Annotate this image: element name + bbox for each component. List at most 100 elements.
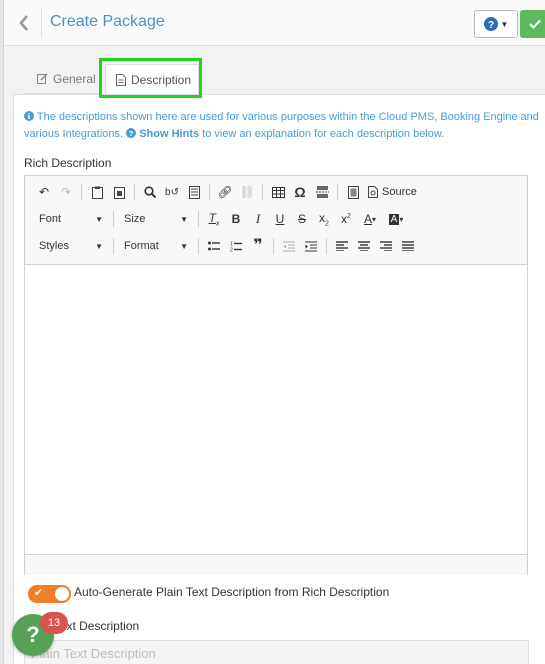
font-combo[interactable]: Font ▼ xyxy=(33,208,109,230)
undo-button[interactable]: ↶ xyxy=(33,181,55,203)
undo-icon: ↶ xyxy=(38,185,50,199)
tab-description-label: Description xyxy=(131,72,192,87)
remove-format-button[interactable]: Tx xyxy=(203,208,225,230)
toolbar-separator xyxy=(198,211,199,227)
bg-color-button[interactable]: A ▾ xyxy=(383,208,409,230)
align-right-button[interactable] xyxy=(375,235,397,257)
select-all-button[interactable] xyxy=(183,181,205,203)
link-icon: 🔗︎ xyxy=(217,185,233,199)
tab-general-label: General xyxy=(53,71,96,86)
align-left-icon xyxy=(336,241,348,251)
justify-icon xyxy=(402,241,414,251)
tab-description[interactable]: Description xyxy=(105,64,199,94)
source-button[interactable]: Source xyxy=(364,181,421,203)
font-combo-label: Font xyxy=(39,213,62,225)
replace-button[interactable]: b↺ xyxy=(161,181,183,203)
omega-icon: Ω xyxy=(294,184,306,200)
show-hints-label: Show Hints xyxy=(139,128,200,140)
caret-down-icon: ▼ xyxy=(95,214,103,224)
help-dropdown-button[interactable]: ? ▼ xyxy=(474,10,518,38)
info-text-after: to view an explanation for each descript… xyxy=(202,128,445,140)
caret-down-icon: ▾ xyxy=(399,214,404,224)
align-right-icon xyxy=(380,241,392,251)
styles-combo[interactable]: Styles ▼ xyxy=(33,235,109,257)
save-button[interactable] xyxy=(520,10,545,38)
italic-icon: I xyxy=(255,211,261,226)
paste-icon xyxy=(91,186,103,199)
header-divider xyxy=(41,8,42,38)
redo-button[interactable]: ↷ xyxy=(55,181,77,203)
editor-content-area[interactable] xyxy=(25,265,527,555)
editor-status-bar xyxy=(25,556,527,575)
svg-text:2: 2 xyxy=(230,247,233,252)
description-panel: The descriptions shown here are used for… xyxy=(13,94,545,664)
indent-icon xyxy=(305,241,317,251)
question-circle-icon: ? xyxy=(126,128,137,138)
styles-combo-label: Styles xyxy=(39,240,69,252)
superscript-button[interactable]: x2 xyxy=(335,208,357,230)
italic-button[interactable]: I xyxy=(247,208,269,230)
check-icon: ✔ xyxy=(34,587,44,599)
edit-icon xyxy=(37,73,48,84)
align-center-button[interactable] xyxy=(353,235,375,257)
bulleted-list-button[interactable] xyxy=(203,235,225,257)
check-icon xyxy=(529,19,541,29)
toolbar-separator xyxy=(198,238,199,254)
text-color-button[interactable]: A ▾ xyxy=(357,208,383,230)
outdent-button[interactable] xyxy=(278,235,300,257)
auto-generate-toggle[interactable]: ✔ xyxy=(28,585,71,603)
justify-button[interactable] xyxy=(397,235,419,257)
toolbar-separator xyxy=(134,184,135,200)
bulleted-list-icon xyxy=(208,241,220,250)
size-combo-label: Size xyxy=(124,213,146,225)
preview-icon xyxy=(347,185,359,199)
page-break-button[interactable] xyxy=(311,181,333,203)
preview-button[interactable] xyxy=(342,181,364,203)
numbered-list-icon: 12 xyxy=(230,241,242,252)
caret-down-icon: ▼ xyxy=(500,19,509,29)
question-circle-icon: ? xyxy=(483,17,498,31)
indent-button[interactable] xyxy=(300,235,322,257)
numbered-list-button[interactable]: 12 xyxy=(225,235,247,257)
align-left-button[interactable] xyxy=(331,235,353,257)
link-button[interactable]: 🔗︎ xyxy=(214,181,236,203)
bg-color-icon: A xyxy=(388,213,400,225)
subscript-button[interactable]: x2 xyxy=(313,208,335,230)
redo-icon: ↷ xyxy=(60,185,72,199)
show-hints-link[interactable]: ? Show Hints xyxy=(126,128,199,140)
size-combo[interactable]: Size ▼ xyxy=(118,208,194,230)
auto-generate-label: Auto-Generate Plain Text Description fro… xyxy=(74,585,390,599)
format-combo[interactable]: Format ▼ xyxy=(118,235,194,257)
plain-text-description-field[interactable]: Plain Text Description xyxy=(24,640,529,664)
tab-general[interactable]: General xyxy=(25,64,101,94)
question-icon: ? xyxy=(26,622,40,647)
toolbar-separator xyxy=(113,211,114,227)
bold-button[interactable]: B xyxy=(225,208,247,230)
toggle-knob xyxy=(55,587,69,601)
paste-button[interactable] xyxy=(86,181,108,203)
quote-icon: ❞ xyxy=(253,237,263,254)
page-break-icon xyxy=(315,186,329,198)
toolbar-separator xyxy=(81,184,82,200)
unlink-button[interactable]: ⛓︎ xyxy=(236,181,258,203)
toolbar-separator xyxy=(273,238,274,254)
underline-button[interactable]: U xyxy=(269,208,291,230)
remove-format-icon: Tx xyxy=(208,210,220,228)
search-icon xyxy=(144,186,156,198)
rich-text-editor: ↶ ↷ b↺ 🔗︎ ⛓︎ Ω Source Font ▼ Size ▼ Tx B… xyxy=(24,175,528,575)
paste-text-button[interactable] xyxy=(108,181,130,203)
table-icon xyxy=(271,186,285,198)
page: Create Package ? ▼ General Description T… xyxy=(0,0,545,664)
find-button[interactable] xyxy=(139,181,161,203)
table-button[interactable] xyxy=(267,181,289,203)
blockquote-button[interactable]: ❞ xyxy=(247,235,269,257)
back-button[interactable] xyxy=(14,13,34,33)
notification-badge: 13 xyxy=(40,612,68,634)
outdent-icon xyxy=(283,241,295,251)
file-icon xyxy=(116,73,126,86)
strikethrough-button[interactable]: S xyxy=(291,208,313,230)
special-char-button[interactable]: Ω xyxy=(289,181,311,203)
select-all-icon xyxy=(188,185,200,199)
left-edge xyxy=(0,0,4,664)
paste-text-icon xyxy=(113,186,125,199)
